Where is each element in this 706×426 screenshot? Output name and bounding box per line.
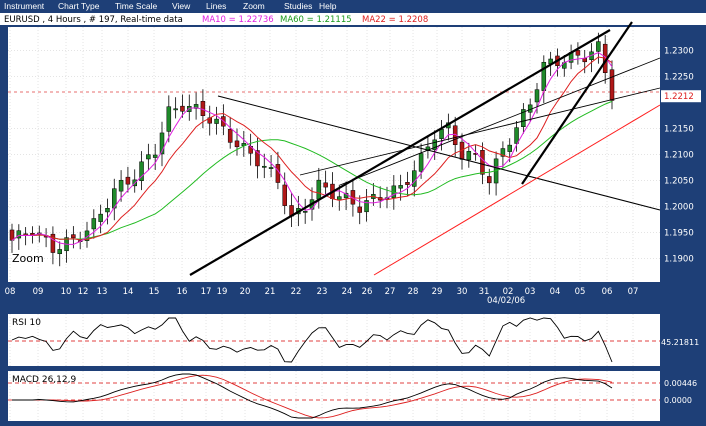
time-tick-label: 09 <box>33 287 44 297</box>
time-tick-label: 27 <box>385 287 396 297</box>
time-tick-label: 05 <box>575 287 586 297</box>
header-ma22: MA22 = 1.2208 <box>362 15 428 25</box>
time-tick-label: 28 <box>408 287 419 297</box>
candle-body <box>405 182 410 185</box>
candle-body <box>480 150 485 175</box>
candle-body <box>323 182 328 188</box>
candle-body <box>262 165 267 168</box>
candle-body <box>487 176 492 184</box>
candle-body <box>575 50 581 56</box>
candle-body <box>98 213 103 222</box>
macd-title: MACD 26,12,9 <box>12 375 76 385</box>
candle-body <box>125 176 131 185</box>
month-label: 04/02/06 <box>487 296 525 306</box>
header-ma10: MA10 = 1.22736 <box>202 15 274 25</box>
price-tick-label: 1.2000 <box>664 203 694 213</box>
candle-body <box>146 154 151 160</box>
time-tick-label: 21 <box>265 287 276 297</box>
price-axis: 1.2300 1.2250 1.2212 1.2150 1.2100 1.2050 1.20… <box>661 46 701 265</box>
time-tick-label: 22 <box>291 287 302 297</box>
time-tick-label: 20 <box>240 287 251 297</box>
rsi-value: 45.21811 <box>661 338 699 347</box>
candle-body <box>466 151 472 161</box>
price-tick-label: 1.2212 <box>664 92 694 102</box>
macd-panel[interactable] <box>8 371 660 421</box>
candle-body <box>166 106 172 132</box>
price-tick-label: 1.2300 <box>664 46 694 56</box>
candle-body <box>316 179 322 200</box>
time-tick-label: 04 <box>550 287 561 297</box>
time-tick-label: 24 <box>342 287 353 297</box>
candle-body <box>23 233 28 236</box>
candle-body <box>268 167 274 169</box>
price-tick-label: 1.2150 <box>664 124 694 134</box>
time-tick-label: 30 <box>457 287 468 297</box>
candle-body <box>234 140 240 148</box>
price-tick-label: 1.2050 <box>664 177 694 187</box>
candle-body <box>282 184 287 206</box>
candle-body <box>214 118 219 124</box>
rsi-title: RSI 10 <box>12 318 41 328</box>
candle-body <box>609 69 615 101</box>
macd-value-0: 0.00446 <box>664 379 697 388</box>
time-tick-label: 08 <box>5 287 16 297</box>
candle-body <box>514 127 519 144</box>
candle-body <box>412 170 417 187</box>
time-tick-label: 10 <box>61 287 72 297</box>
price-tick-label: 1.1900 <box>664 255 694 265</box>
candle-body <box>357 206 362 213</box>
time-tick-label: 15 <box>149 287 160 297</box>
time-tick-label: 17 <box>201 287 212 297</box>
time-tick-label: 03 <box>525 287 536 297</box>
candle-body <box>118 179 124 192</box>
candle-body <box>534 89 540 103</box>
time-tick-label: 07 <box>628 287 639 297</box>
macd-value-1: 0.0000 <box>664 396 692 405</box>
candle-body <box>105 208 110 213</box>
candle-body <box>596 41 601 52</box>
candle-body <box>418 153 424 172</box>
candle-body <box>91 218 97 230</box>
price-tick-label: 1.1950 <box>664 229 694 239</box>
candle-body <box>302 210 308 213</box>
price-tick-label: 1.2100 <box>664 151 694 161</box>
candle-body <box>439 129 444 139</box>
time-tick-label: 13 <box>97 287 108 297</box>
time-tick-label: 16 <box>177 287 188 297</box>
candle-body <box>507 144 512 152</box>
candle-body <box>180 105 185 112</box>
zoom-label: Zoom <box>12 252 44 265</box>
candle-body <box>582 58 587 63</box>
header-symbol: EURUSD , 4 Hours , # 197, Real-time data <box>4 15 183 25</box>
time-tick-label: 26 <box>362 287 373 297</box>
time-axis: 08 09 10 12 13 14 15 16 17 19 20 21 22 23 24 26 27 28 29 30… <box>5 287 639 297</box>
time-tick-label: 29 <box>432 287 443 297</box>
time-tick-label: 23 <box>317 287 328 297</box>
price-tick-label: 1.2250 <box>664 72 694 82</box>
candle-body <box>71 234 76 239</box>
header-ma60: MA60 = 1.21115 <box>280 15 352 25</box>
candle-body <box>398 185 403 189</box>
time-tick-label: 14 <box>123 287 134 297</box>
candle-body <box>152 154 158 158</box>
time-tick-label: 12 <box>78 287 89 297</box>
candle-body <box>227 128 233 143</box>
candle-body <box>173 108 178 111</box>
candle-body <box>57 249 62 254</box>
time-tick-label: 06 <box>602 287 613 297</box>
time-tick-label: 19 <box>217 287 228 297</box>
candle-body <box>541 61 547 91</box>
candle-body <box>200 101 206 116</box>
